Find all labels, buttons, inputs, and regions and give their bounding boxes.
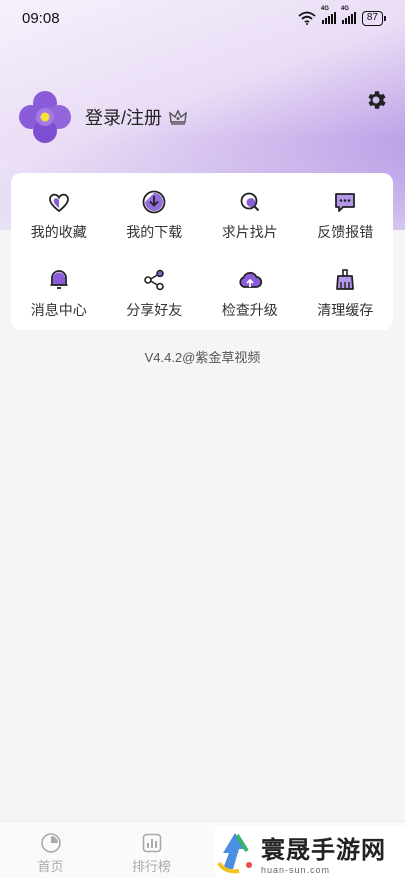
flower-avatar-icon[interactable] <box>17 89 73 145</box>
watermark: 寰晟手游网 huan-sun.com <box>215 826 405 878</box>
tab-label: 排行榜 <box>131 859 171 874</box>
crown-icon <box>169 109 187 125</box>
bell-icon <box>50 270 68 289</box>
menu-label: 清理缓存 <box>317 302 374 318</box>
menu-label: 消息中心 <box>30 302 87 318</box>
menu-item-favorites[interactable]: 我的收藏 <box>11 173 107 251</box>
wifi-icon <box>298 11 316 25</box>
heart-icon <box>48 193 69 213</box>
settings-gear-icon[interactable] <box>364 88 388 112</box>
menu-item-clear-cache[interactable]: 清理缓存 <box>298 251 394 329</box>
watermark-title: 寰晟手游网 <box>261 834 386 864</box>
menu-item-check-update[interactable]: 检查升级 <box>202 251 298 329</box>
menu-item-request-film[interactable]: 求片找片 <box>202 173 298 251</box>
broom-icon <box>336 269 355 290</box>
status-icons: 4G 4G 87 <box>298 6 387 26</box>
status-bar: 09:08 4G 4G 87 <box>0 0 405 36</box>
tab-label: 首页 <box>37 859 64 874</box>
feedback-icon <box>335 193 356 212</box>
tab-home[interactable]: 首页 <box>0 822 101 878</box>
ranking-icon <box>142 833 161 853</box>
search-film-icon <box>240 192 259 212</box>
watermark-url: huan-sun.com <box>261 864 331 875</box>
watermark-text: 寰晟手游网 huan-sun.com <box>261 830 386 875</box>
feature-menu-card: 我的收藏 我的下载 求片找片 反馈报错 消息中心 分享好友 检查升级 清理缓存 <box>11 173 393 330</box>
home-icon <box>40 833 61 853</box>
menu-item-share[interactable]: 分享好友 <box>107 251 203 329</box>
menu-label: 检查升级 <box>221 302 278 318</box>
menu-label: 求片找片 <box>221 224 278 240</box>
status-time: 09:08 <box>22 9 60 27</box>
menu-label: 反馈报错 <box>317 224 374 240</box>
menu-item-feedback[interactable]: 反馈报错 <box>298 173 394 251</box>
version-info: V4.4.2@紫金草视频 <box>144 350 261 365</box>
tab-ranking[interactable]: 排行榜 <box>101 822 202 878</box>
signal-icon-1: 4G <box>321 6 336 24</box>
menu-item-messages[interactable]: 消息中心 <box>11 251 107 329</box>
menu-item-downloads[interactable]: 我的下载 <box>107 173 203 251</box>
battery-indicator: 87 <box>361 10 387 26</box>
download-icon <box>142 190 166 214</box>
menu-label: 我的收藏 <box>30 224 87 240</box>
login-register-link[interactable]: 登录/注册 <box>85 104 162 130</box>
signal-icon-2: 4G <box>341 6 356 24</box>
cloud-upgrade-icon <box>239 271 262 288</box>
menu-label: 分享好友 <box>126 302 183 318</box>
profile-header[interactable]: 登录/注册 <box>17 89 187 145</box>
share-icon <box>144 269 165 291</box>
menu-label: 我的下载 <box>126 224 183 240</box>
watermark-logo-icon <box>217 833 252 874</box>
